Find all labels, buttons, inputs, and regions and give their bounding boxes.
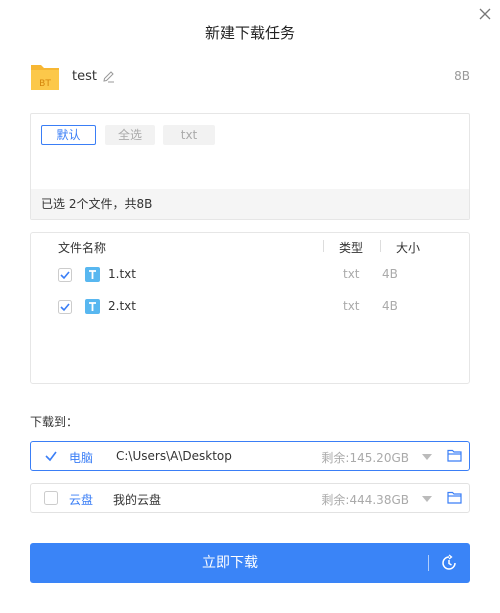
file-size: 4B <box>382 299 398 313</box>
filter-txt[interactable]: txt <box>163 125 215 145</box>
scheduled-download-icon[interactable] <box>440 554 458 572</box>
checkbox-checked-icon[interactable] <box>58 300 72 314</box>
chevron-down-icon[interactable] <box>421 495 433 503</box>
file-list: 文件名称 类型 大小 1.txt txt 4B 2.txt txt 4B <box>30 232 470 384</box>
checkmark-icon[interactable] <box>44 449 58 463</box>
destination-path: C:\Users\A\Desktop <box>116 449 232 463</box>
destination-cloud[interactable]: 云盘 我的云盘 剩余:444.38GB <box>30 483 470 513</box>
filter-panel: 默认 全选 txt 已选 2个文件，共8B <box>30 113 470 220</box>
txt-file-icon <box>85 267 100 282</box>
file-name: 2.txt <box>108 299 136 313</box>
txt-file-icon <box>85 299 100 314</box>
edit-icon[interactable] <box>102 70 115 83</box>
destination-free-space: 剩余:145.20GB <box>321 451 409 465</box>
header-divider <box>323 240 324 252</box>
folder-icon[interactable] <box>447 491 462 504</box>
destination-type: 电脑 <box>69 451 94 465</box>
destination-free-space: 剩余:444.38GB <box>321 493 409 507</box>
destination-type: 云盘 <box>69 493 94 507</box>
selection-summary: 已选 2个文件，共8B <box>31 189 469 219</box>
button-divider <box>428 555 429 571</box>
file-type: txt <box>343 299 360 313</box>
download-now-button[interactable]: 立即下载 <box>30 543 470 583</box>
download-to-label: 下载到： <box>30 415 79 429</box>
header-size: 大小 <box>396 241 421 255</box>
file-type: txt <box>343 267 360 281</box>
download-now-label: 立即下载 <box>202 555 258 571</box>
header-divider <box>380 240 381 252</box>
bt-folder-icon: BT <box>31 65 59 90</box>
bt-badge: BT <box>39 79 51 89</box>
destination-path: 我的云盘 <box>113 493 162 507</box>
checkbox-icon[interactable] <box>44 491 58 505</box>
torrent-size: 8B <box>454 69 470 83</box>
file-name: 1.txt <box>108 267 136 281</box>
close-icon[interactable] <box>478 7 492 21</box>
file-row[interactable]: 1.txt txt 4B <box>31 265 469 285</box>
file-row[interactable]: 2.txt txt 4B <box>31 297 469 317</box>
filter-select-all[interactable]: 全选 <box>105 125 155 145</box>
header-name: 文件名称 <box>58 241 107 255</box>
dialog-title: 新建下载任务 <box>204 24 295 42</box>
file-size: 4B <box>382 267 398 281</box>
destination-computer[interactable]: 电脑 C:\Users\A\Desktop 剩余:145.20GB <box>30 441 470 471</box>
torrent-name: test <box>72 69 97 84</box>
folder-icon[interactable] <box>447 449 462 462</box>
header-type: 类型 <box>339 241 364 255</box>
filter-default[interactable]: 默认 <box>41 125 96 145</box>
chevron-down-icon[interactable] <box>421 453 433 461</box>
checkbox-checked-icon[interactable] <box>58 268 72 282</box>
